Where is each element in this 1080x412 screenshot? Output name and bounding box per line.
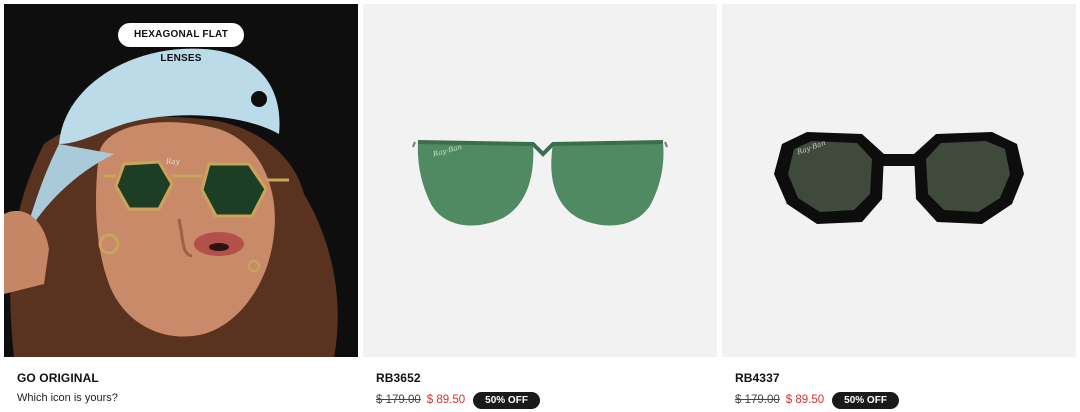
- original-price: $ 179.00: [376, 394, 421, 406]
- product-card-go-original[interactable]: Ray HEXAGONAL FLAT LENSES GO ORIGINAL Wh…: [4, 4, 358, 404]
- svg-text:Ray: Ray: [165, 158, 181, 166]
- hero-image[interactable]: Ray HEXAGONAL FLAT LENSES: [4, 4, 358, 357]
- original-price: $ 179.00: [735, 394, 780, 406]
- discount-badge: 50% OFF: [832, 391, 899, 409]
- discount-badge: 50% OFF: [473, 391, 540, 409]
- product-card-rb3652[interactable]: Ray-Ban RB3652 $ 179.00 $ 89.50 50% OFF: [363, 4, 717, 409]
- image-feature-badge: HEXAGONAL FLAT LENSES: [118, 23, 244, 64]
- product-subtitle: Which icon is yours?: [17, 392, 118, 404]
- sale-price: $ 89.50: [426, 394, 466, 406]
- price-row: $ 179.00 $ 89.50 50% OFF: [376, 391, 717, 409]
- sale-price: $ 89.50: [785, 394, 825, 406]
- rb4337-sunglasses-image: Ray-Ban: [774, 132, 1024, 224]
- product-image[interactable]: Ray-Ban: [363, 4, 717, 357]
- product-card-rb4337[interactable]: Ray-Ban RB4337 $ 179.00 $ 89.50 50% OFF: [722, 4, 1076, 409]
- price-row: $ 179.00 $ 89.50 50% OFF: [735, 391, 1076, 409]
- product-title[interactable]: GO ORIGINAL: [17, 371, 358, 387]
- product-title[interactable]: RB3652: [376, 371, 717, 387]
- product-title[interactable]: RB4337: [735, 371, 1076, 387]
- rb3652-sunglasses-image: Ray-Ban: [412, 140, 668, 226]
- product-image[interactable]: Ray-Ban: [722, 4, 1076, 357]
